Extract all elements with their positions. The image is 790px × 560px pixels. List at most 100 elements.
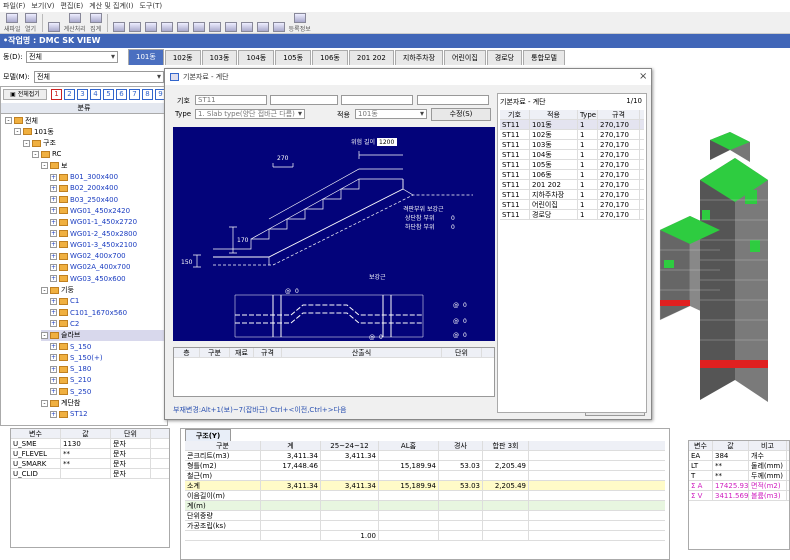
- tab-4[interactable]: 105동: [275, 50, 312, 65]
- grid-row[interactable]: ST11 105동 1 270,170: [500, 160, 644, 170]
- grid-row[interactable]: U_FLEVEL ** 문자: [11, 449, 169, 459]
- tab-10[interactable]: 통합모델: [523, 50, 565, 65]
- model-select[interactable]: 전체: [34, 71, 164, 83]
- code-field-3[interactable]: [341, 95, 413, 105]
- grid-row[interactable]: U_CLID 문자: [11, 469, 169, 479]
- collapse-icon[interactable]: -: [41, 162, 48, 170]
- grid-row[interactable]: 1.00: [185, 531, 665, 541]
- grid-row[interactable]: 단위중량: [185, 511, 665, 521]
- expand-icon[interactable]: +: [50, 196, 57, 204]
- toolbar-button-0[interactable]: 새파일: [2, 12, 23, 33]
- toolbar-button-14[interactable]: [255, 13, 271, 33]
- tree-node[interactable]: + C2: [50, 318, 79, 329]
- expand-icon[interactable]: +: [50, 275, 57, 283]
- tab-7[interactable]: 지하주차장: [394, 50, 444, 65]
- expand-icon[interactable]: +: [50, 354, 57, 362]
- toolbar-button-3[interactable]: 계산처리: [62, 12, 88, 33]
- collapse-icon[interactable]: -: [41, 331, 48, 339]
- tree-node[interactable]: + ST12: [50, 409, 88, 420]
- tree-node[interactable]: + C1: [50, 296, 79, 307]
- tree-node[interactable]: - RC: [32, 149, 61, 160]
- tree-node[interactable]: + WG01_450x2420: [50, 205, 130, 216]
- grid-row[interactable]: 계(m): [185, 501, 665, 511]
- collapse-icon[interactable]: -: [41, 286, 48, 294]
- level-button-2[interactable]: 2: [64, 89, 75, 100]
- tree-node[interactable]: + WG03_450x600: [50, 273, 126, 284]
- tree-node[interactable]: - 기둥: [41, 285, 74, 296]
- tree-node[interactable]: + S_180: [50, 364, 91, 375]
- tree-node[interactable]: + S_150(+): [50, 352, 103, 363]
- tab-1[interactable]: 102동: [164, 50, 201, 65]
- grid-row[interactable]: 이음길이(m): [185, 491, 665, 501]
- grid-row[interactable]: 소계 3,411.34 3,411.34 15,189.94 53.03 2,205.49: [185, 481, 665, 491]
- tab-0[interactable]: 101동: [128, 49, 164, 65]
- code-field-2[interactable]: [270, 95, 338, 105]
- tree-node[interactable]: - 101동: [14, 126, 54, 137]
- dong-select[interactable]: 전체: [26, 51, 118, 63]
- level-button-1[interactable]: 1: [51, 89, 62, 100]
- apply-select[interactable]: 101동: [355, 109, 427, 119]
- grid-row[interactable]: T ** 두께(mm): [689, 471, 789, 481]
- tree-node[interactable]: + C101_1670x560: [50, 307, 127, 318]
- code-field-4[interactable]: [417, 95, 489, 105]
- expand-icon[interactable]: +: [50, 252, 57, 260]
- grid-row[interactable]: 콘크리트(m3) 3,411.34 3,411.34: [185, 451, 665, 461]
- grid-row[interactable]: U_SMARK ** 문자: [11, 459, 169, 469]
- tree-node[interactable]: + B03_250x400: [50, 194, 118, 205]
- expand-icon[interactable]: +: [50, 207, 57, 215]
- expand-icon[interactable]: +: [50, 230, 57, 237]
- expand-icon[interactable]: +: [50, 218, 57, 226]
- code-field[interactable]: ST11: [195, 95, 267, 105]
- dialog-close-icon[interactable]: ×: [639, 71, 647, 82]
- toolbar-button-2[interactable]: [46, 13, 62, 33]
- menu-item-4[interactable]: 도구(T): [136, 1, 165, 11]
- level-button-6[interactable]: 6: [116, 89, 127, 100]
- toolbar-button-16[interactable]: 등록정보: [287, 12, 313, 33]
- grid-row[interactable]: 가공조립(ks): [185, 521, 665, 531]
- grid-row[interactable]: ST11 101동 1 270,170: [500, 120, 644, 130]
- grid-row[interactable]: 형틀(m2) 17,448.46 15,189.94 53.03 2,205.49: [185, 461, 665, 471]
- toolbar-button-12[interactable]: [223, 13, 239, 33]
- tree-node[interactable]: + WG01-1_450x2720: [50, 217, 137, 228]
- expand-icon[interactable]: +: [50, 241, 57, 249]
- menu-item-3[interactable]: 계산 및 집계(I): [86, 1, 136, 11]
- tree-node[interactable]: + S_250: [50, 386, 91, 397]
- toolbar-button-13[interactable]: [239, 13, 255, 33]
- grid-row[interactable]: EA 384 개수: [689, 451, 789, 461]
- toolbar-button-5[interactable]: [111, 13, 127, 33]
- grid-row[interactable]: ST11 103동 1 270,170: [500, 140, 644, 150]
- type-select[interactable]: 1. Slab type(양단 접바근 다름): [195, 109, 305, 119]
- level-button-3[interactable]: 3: [77, 89, 88, 100]
- toolbar-button-10[interactable]: [191, 13, 207, 33]
- level-button-8[interactable]: 8: [142, 89, 153, 100]
- grid-row[interactable]: ST11 어린이집 1 270,170: [500, 200, 644, 210]
- expand-icon[interactable]: +: [50, 297, 57, 305]
- tree-node[interactable]: - 전체: [5, 115, 38, 126]
- tree-toggle-button[interactable]: ▣ 전체접기: [3, 89, 47, 100]
- grid-row[interactable]: ST11 경로당 1 270,170: [500, 210, 644, 220]
- expand-icon[interactable]: +: [50, 410, 57, 418]
- tree-node[interactable]: + WG01-3_450x2100: [50, 239, 137, 250]
- expand-icon[interactable]: +: [50, 365, 57, 373]
- edit-button[interactable]: 수정(S): [431, 108, 491, 121]
- expand-icon[interactable]: +: [50, 184, 57, 192]
- menu-item-0[interactable]: 파일(F): [0, 1, 28, 11]
- grid-row[interactable]: U_SME 1130 문자: [11, 439, 169, 449]
- grid-row[interactable]: 철근(m): [185, 471, 665, 481]
- grid-row[interactable]: ST11 201 202 1 270,170: [500, 180, 644, 190]
- tree-node[interactable]: + WG02_400x700: [50, 251, 126, 262]
- tree-node[interactable]: + B01_300x400: [50, 172, 118, 183]
- tree-node[interactable]: + S_210: [50, 375, 91, 386]
- tab-6[interactable]: 201 202: [348, 50, 394, 65]
- toolbar-button-9[interactable]: [175, 13, 191, 33]
- collapse-icon[interactable]: -: [32, 150, 39, 158]
- tab-2[interactable]: 103동: [201, 50, 238, 65]
- toolbar-button-1[interactable]: 열기: [23, 12, 39, 33]
- tab-5[interactable]: 106동: [312, 50, 348, 65]
- toolbar-button-15[interactable]: [271, 13, 287, 33]
- tree-node[interactable]: - 슬라브: [41, 329, 165, 341]
- grid-row[interactable]: LT ** 둘레(mm): [689, 461, 789, 471]
- level-button-4[interactable]: 4: [90, 89, 101, 100]
- tab-structure[interactable]: 구조(Y): [185, 429, 231, 441]
- tree-node[interactable]: + B02_200x400: [50, 183, 118, 194]
